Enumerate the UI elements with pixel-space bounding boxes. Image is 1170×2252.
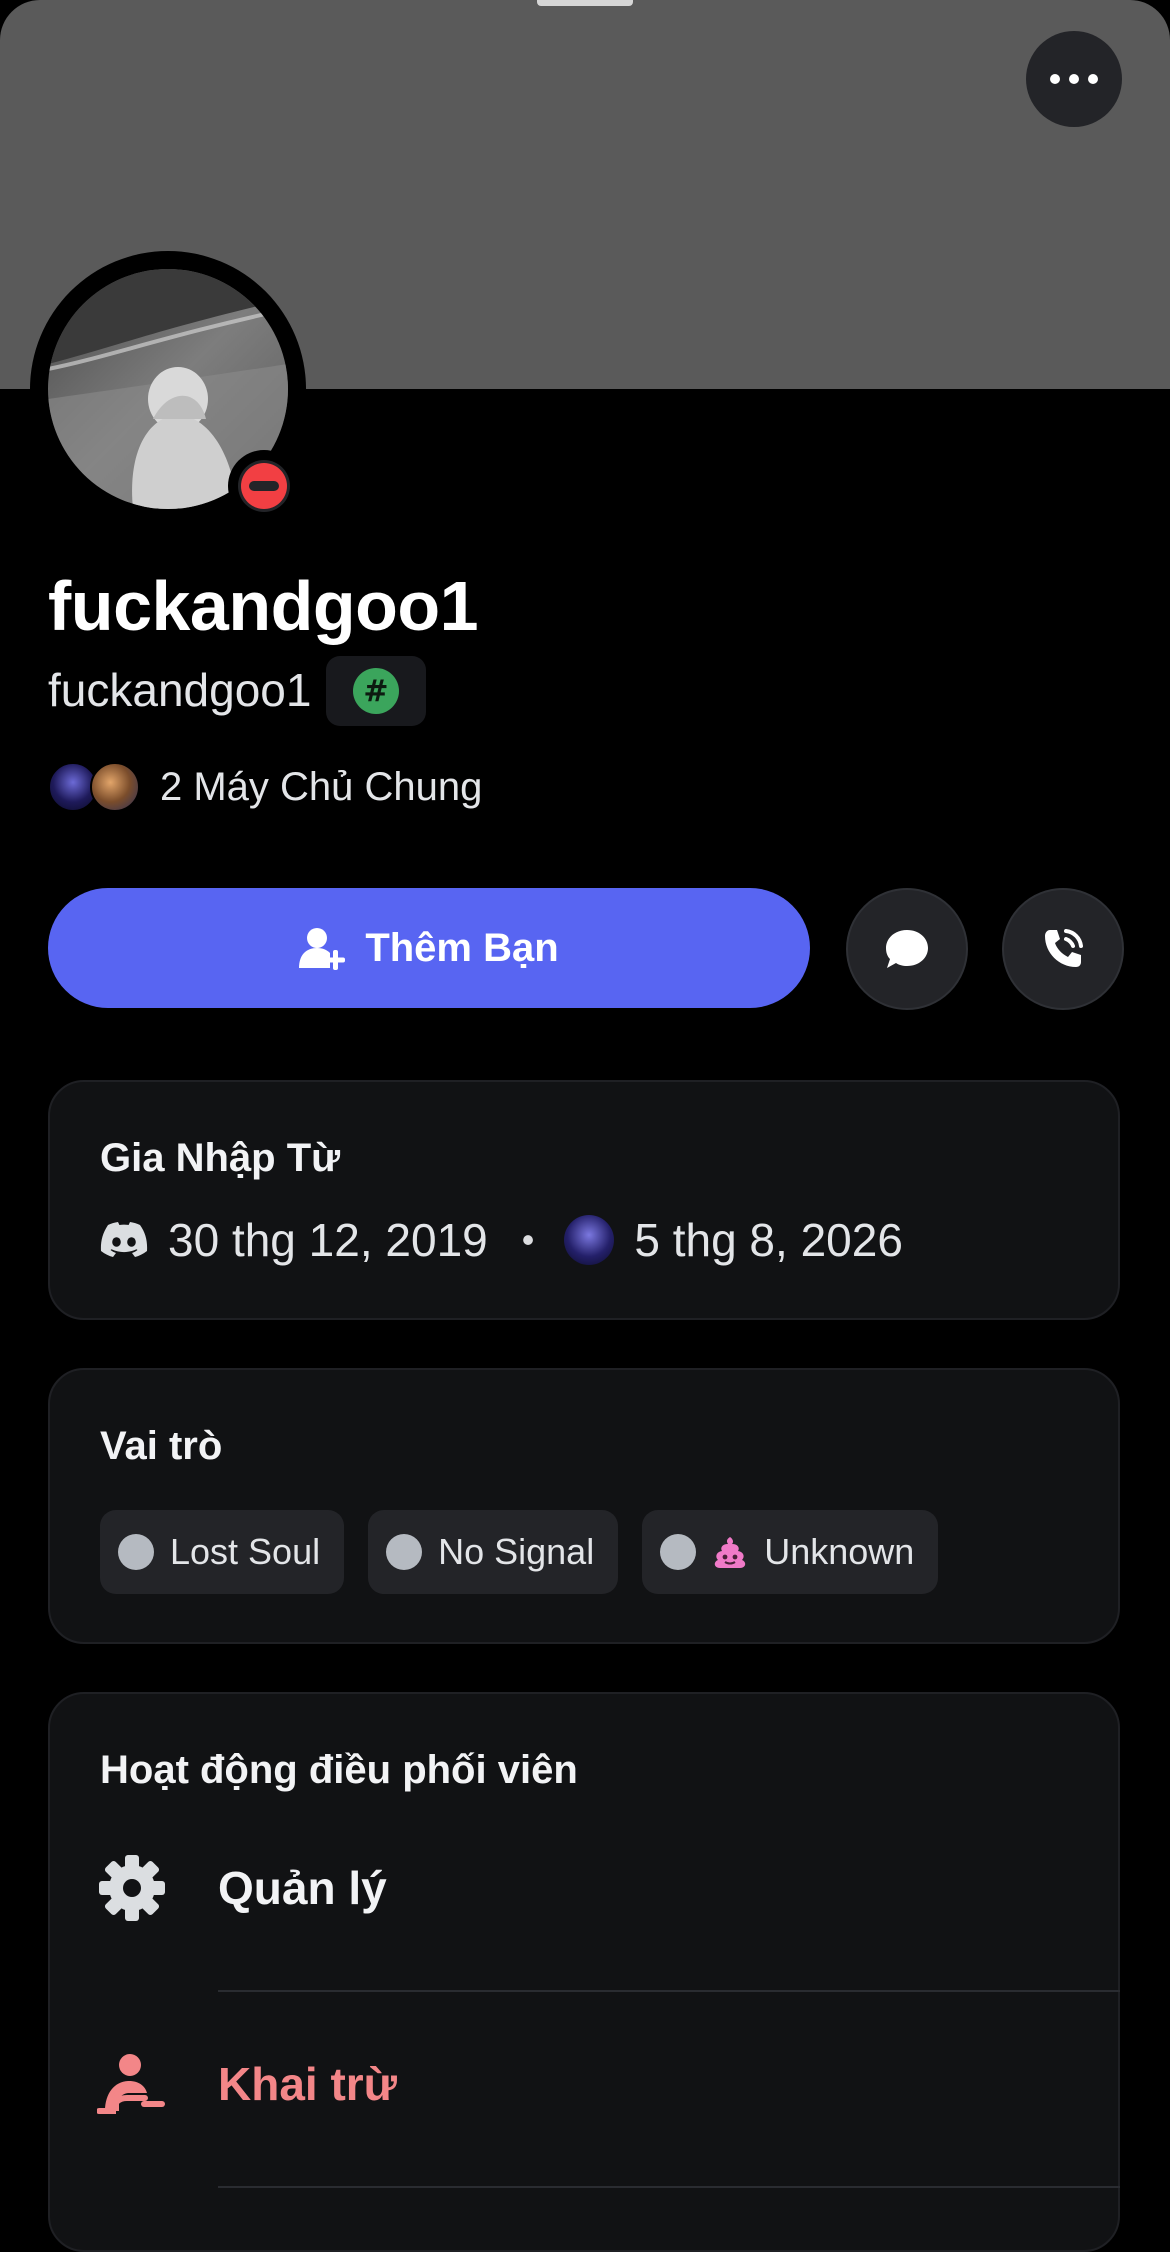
gear-icon: [99, 1855, 165, 1921]
mutual-servers[interactable]: 2 Máy Chủ Chung: [48, 762, 482, 812]
more-dot-icon: [1050, 74, 1060, 84]
add-friend-label: Thêm Bạn: [365, 925, 559, 970]
role-color-icon: [118, 1534, 154, 1570]
moderator-actions-title: Hoạt động điều phối viên: [100, 1748, 578, 1792]
kick-action[interactable]: Khai trừ: [48, 2014, 1116, 2154]
sheet-drag-handle[interactable]: [537, 0, 633, 6]
role-chip[interactable]: Unknown: [642, 1510, 939, 1594]
server-avatar-icon: [564, 1215, 615, 1265]
roles-card: Vai trò Lost Soul No Signal Unknown: [48, 1368, 1120, 1644]
more-dot-icon: [1069, 74, 1079, 84]
member-since-row: 30 thg 12, 2019 • 5 thg 8, 2026: [100, 1210, 903, 1270]
hashtag-icon: #: [353, 668, 399, 714]
role-label: No Signal: [438, 1531, 595, 1572]
phone-call-icon: [1045, 929, 1083, 967]
add-friend-button[interactable]: Thêm Bạn: [48, 888, 810, 1008]
member-since-title: Gia Nhập Từ: [100, 1136, 341, 1180]
divider: [218, 1990, 1120, 1992]
call-button[interactable]: [1002, 888, 1124, 1010]
discord-logo-icon: [100, 1222, 148, 1257]
message-button[interactable]: [846, 888, 968, 1010]
display-name: fuckandgoo1: [48, 567, 479, 645]
more-options-button[interactable]: [1026, 31, 1122, 127]
kick-user-icon: [97, 2054, 165, 2114]
manage-label: Quản lý: [218, 1862, 387, 1914]
roles-list: Lost Soul No Signal Unknown: [100, 1510, 939, 1594]
username: fuckandgoo1: [48, 664, 312, 716]
tag-badge[interactable]: #: [326, 656, 426, 726]
server-join-date: 5 thg 8, 2026: [634, 1214, 903, 1266]
moderator-actions-card: Hoạt động điều phối viên: [48, 1692, 1120, 2252]
discord-join-date: 30 thg 12, 2019: [168, 1214, 488, 1266]
chat-bubble-icon: [886, 930, 928, 968]
role-chip[interactable]: No Signal: [368, 1510, 619, 1594]
more-dot-icon: [1088, 74, 1098, 84]
server-avatar-icon: [90, 762, 140, 812]
role-color-icon: [386, 1534, 423, 1570]
roles-title: Vai trò: [100, 1424, 223, 1468]
member-since-card: Gia Nhập Từ 30 thg 12, 2019 • 5 thg 8, 2…: [48, 1080, 1120, 1320]
manage-action[interactable]: Quản lý: [48, 1818, 1116, 1958]
dnd-status-icon: [238, 460, 290, 512]
poop-emoji-icon: [715, 1537, 746, 1568]
date-separator: •: [521, 1219, 535, 1260]
mutual-servers-label: 2 Máy Chủ Chung: [160, 764, 483, 809]
kick-label: Khai trừ: [218, 2058, 397, 2110]
role-chip[interactable]: Lost Soul: [100, 1510, 345, 1594]
add-user-icon: [299, 928, 346, 970]
role-label: Unknown: [764, 1531, 915, 1572]
role-label: Lost Soul: [170, 1531, 321, 1572]
divider: [218, 2186, 1120, 2188]
role-color-icon: [660, 1534, 697, 1570]
